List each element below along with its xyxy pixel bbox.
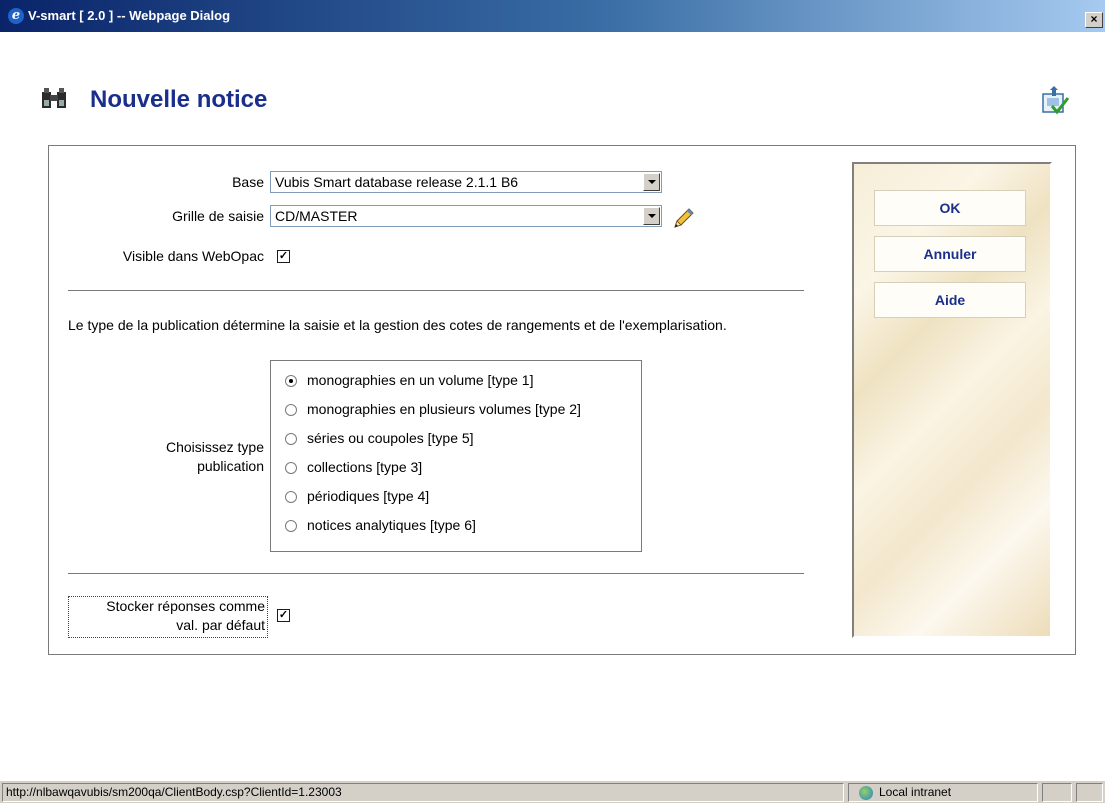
status-bar: http://nlbawqavubis/sm200qa/ClientBody.c… [0, 780, 1105, 803]
ok-button[interactable]: OK [874, 190, 1026, 226]
close-button[interactable]: × [1085, 12, 1103, 28]
store-defaults-label-line2: val. par défaut [176, 617, 265, 633]
status-url: http://nlbawqavubis/sm200qa/ClientBody.c… [2, 783, 844, 802]
publication-type-label-line2: publication [197, 458, 264, 474]
page-title: Nouvelle notice [90, 86, 268, 113]
radio-label: monographies en plusieurs volumes [type … [307, 401, 581, 417]
radio-button[interactable] [285, 520, 297, 532]
publication-type-label: Choisissez type publication [166, 438, 264, 476]
radio-button[interactable] [285, 462, 297, 474]
store-defaults-label-line1: Stocker réponses comme [106, 598, 265, 614]
radio-label: notices analytiques [type 6] [307, 517, 476, 533]
grille-select-value: CD/MASTER [275, 208, 358, 224]
chevron-down-icon[interactable] [643, 207, 660, 225]
store-defaults-checkbox[interactable]: ✓ [277, 609, 290, 622]
visible-webopac-label: Visible dans WebOpac [122, 248, 264, 264]
ie-icon: e [8, 8, 24, 24]
grille-label: Grille de saisie [172, 208, 264, 224]
grille-select[interactable]: CD/MASTER [270, 205, 662, 227]
radio-button[interactable] [285, 491, 297, 503]
radio-button[interactable] [285, 433, 297, 445]
base-select[interactable]: Vubis Smart database release 2.1.1 B6 [270, 171, 662, 193]
visible-webopac-checkbox[interactable]: ✓ [277, 250, 290, 263]
divider [68, 573, 804, 574]
pencil-icon[interactable] [670, 206, 696, 232]
radio-label: séries ou coupoles [type 5] [307, 430, 474, 446]
store-defaults-label: Stocker réponses comme val. par défaut [68, 596, 268, 638]
security-zone: Local intranet [848, 783, 1038, 802]
binoculars-icon [42, 88, 66, 108]
resize-grip[interactable] [1076, 783, 1103, 802]
help-button[interactable]: Aide [874, 282, 1026, 318]
radio-button[interactable] [285, 404, 297, 416]
globe-icon [859, 786, 873, 800]
window-title: V-smart [ 2.0 ] -- Webpage Dialog [28, 8, 231, 23]
radio-label: monographies en un volume [type 1] [307, 372, 534, 388]
radio-label: collections [type 3] [307, 459, 423, 475]
radio-label: périodiques [type 4] [307, 488, 430, 504]
radio-button[interactable] [285, 375, 297, 387]
publication-type-description: Le type de la publication détermine la s… [68, 317, 727, 333]
publication-type-label-line1: Choisissez type [165, 439, 264, 455]
publication-type-group: monographies en un volume [type 1] monog… [270, 360, 642, 552]
save-check-icon[interactable] [1040, 86, 1070, 116]
base-label: Base [232, 174, 264, 190]
divider [68, 290, 804, 291]
chevron-down-icon[interactable] [643, 173, 660, 191]
base-select-value: Vubis Smart database release 2.1.1 B6 [275, 174, 519, 190]
cancel-button[interactable]: Annuler [874, 236, 1026, 272]
status-panel [1042, 783, 1072, 802]
button-panel: OK Annuler Aide [852, 162, 1052, 638]
zone-label: Local intranet [879, 785, 952, 799]
window-title-bar[interactable]: e V-smart [ 2.0 ] -- Webpage Dialog × [0, 0, 1105, 32]
